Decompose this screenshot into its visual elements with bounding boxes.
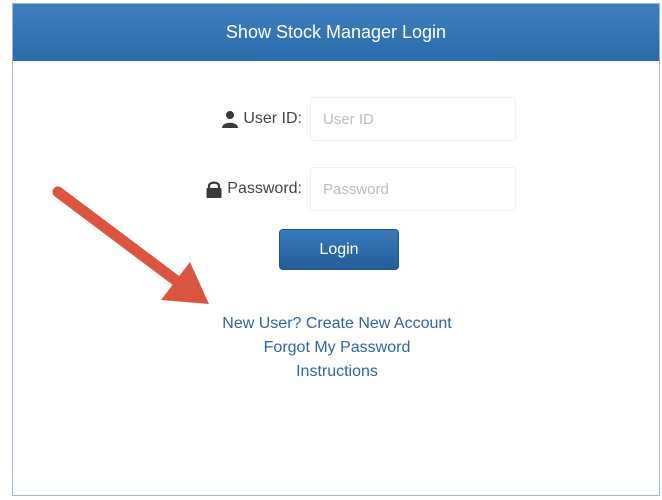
red-arrow-icon bbox=[52, 186, 209, 304]
login-page: Show Stock Manager Login User ID: User I… bbox=[0, 0, 662, 500]
